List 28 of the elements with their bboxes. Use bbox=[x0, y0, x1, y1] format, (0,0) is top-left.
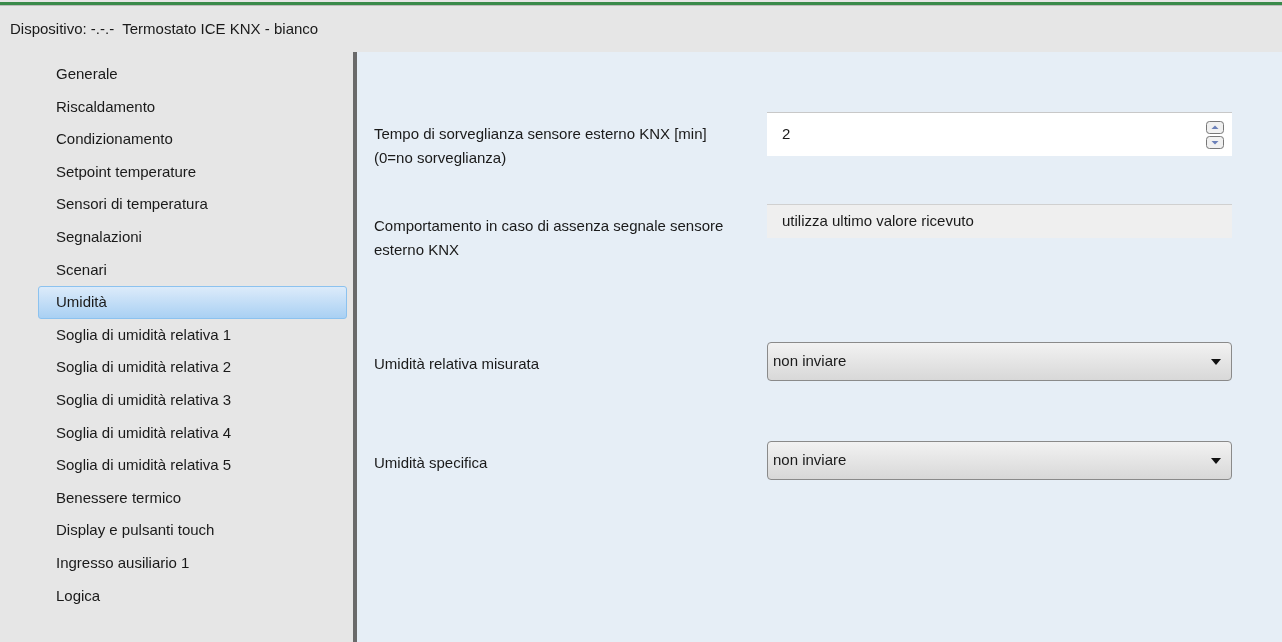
sidebar-item[interactable]: Scenari bbox=[38, 253, 347, 287]
parameter-label: Comportamento in caso di assenza segnale sensore esterno KNX bbox=[374, 217, 724, 258]
number-field[interactable]: 2 bbox=[767, 112, 1232, 156]
sidebar-item[interactable]: Riscaldamento bbox=[38, 90, 347, 124]
parameter-label: Umidità specifica bbox=[374, 454, 488, 471]
sidebar-item[interactable]: Sensori di temperatura bbox=[38, 188, 347, 221]
sidebar-item[interactable]: Logica bbox=[38, 579, 347, 613]
window-title: Dispositivo: -.-.- Termostato ICE KNX - bianco bbox=[10, 18, 319, 39]
sidebar-item[interactable]: Soglia di umidità relativa 5 bbox=[38, 449, 347, 482]
sidebar-item[interactable]: Generale bbox=[38, 58, 347, 91]
readonly-field: utilizza ultimo valore ricevuto bbox=[767, 204, 1232, 238]
sidebar-item[interactable]: Condizionamento bbox=[38, 123, 347, 156]
sidebar-item[interactable]: Soglia di umidità relativa 3 bbox=[38, 383, 347, 417]
sidebar-item[interactable]: Umidità bbox=[38, 286, 347, 319]
dropdown[interactable]: non inviare bbox=[767, 441, 1232, 480]
sidebar-item[interactable]: Benessere termico bbox=[38, 481, 347, 515]
sidebar-item[interactable]: Soglia di umidità relativa 4 bbox=[38, 416, 347, 450]
caret-icon bbox=[1211, 358, 1221, 365]
sidebar-item[interactable]: Segnalazioni bbox=[38, 220, 347, 254]
sidebar-item[interactable]: Ingresso ausiliario 1 bbox=[38, 546, 347, 580]
dropdown[interactable]: non inviare bbox=[767, 342, 1232, 381]
sidebar-item[interactable]: Soglia di umidità relativa 2 bbox=[38, 351, 347, 384]
parameter-label: Umidità relativa misurata bbox=[374, 355, 540, 372]
sidebar-item[interactable]: Setpoint temperature bbox=[38, 155, 347, 189]
sidebar-item[interactable]: Soglia di umidità relativa 1 bbox=[38, 318, 347, 352]
parameter-label: Tempo di sorveglianza sensore esterno KNX [min] (0=no sorveglianza) bbox=[374, 125, 707, 166]
caret-icon bbox=[1211, 457, 1221, 464]
sidebar-item[interactable]: Display e pulsanti touch bbox=[38, 514, 347, 547]
